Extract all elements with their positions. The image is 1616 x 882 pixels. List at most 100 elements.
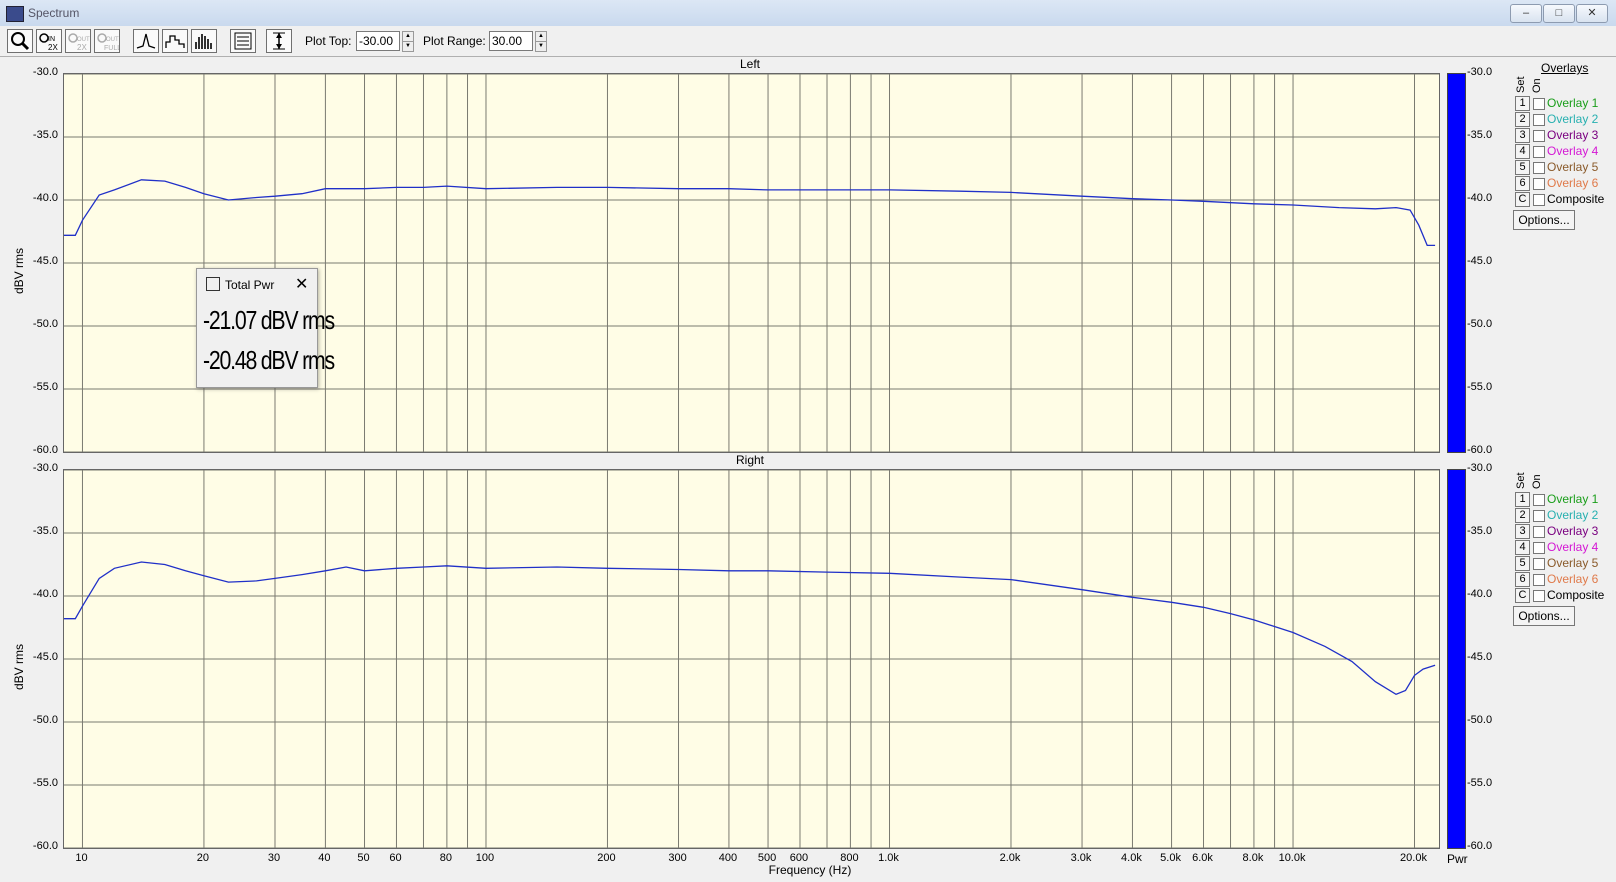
- x-tick-label: 6.0k: [1192, 852, 1213, 864]
- x-tick-label: 10: [75, 852, 88, 864]
- overlay-set-button[interactable]: 2: [1515, 508, 1530, 523]
- close-icon[interactable]: ✕: [295, 274, 308, 294]
- overlay-row: 4 Overlay 4: [1515, 540, 1615, 555]
- y-tick-label: -35.0: [32, 525, 58, 537]
- app-icon: [6, 6, 24, 22]
- overlay-set-button[interactable]: 5: [1515, 160, 1530, 175]
- overlay-checkbox[interactable]: [1533, 590, 1545, 602]
- overlay-row: C Composite: [1515, 588, 1615, 603]
- meter-tick-label: -50.0: [1467, 318, 1493, 330]
- y-tick-label: -60.0: [32, 840, 58, 852]
- zoom-in-2x-icon[interactable]: IN 2X: [36, 29, 62, 53]
- overlay-label: Composite: [1547, 192, 1605, 206]
- meter-tick-label: -30.0: [1467, 462, 1493, 474]
- overlay-set-button[interactable]: 1: [1515, 492, 1530, 507]
- settings-icon[interactable]: [230, 29, 256, 53]
- overlay-set-button[interactable]: C: [1515, 192, 1530, 207]
- spectrum-plot-left[interactable]: [63, 73, 1440, 453]
- overlay-checkbox[interactable]: [1533, 178, 1545, 190]
- plot-range-input[interactable]: 30.00: [489, 31, 533, 51]
- overlay-checkbox[interactable]: [1533, 494, 1545, 506]
- y-tick-label: -30.0: [32, 66, 58, 78]
- power-meter-right: [1447, 469, 1466, 849]
- overlay-set-button[interactable]: 4: [1515, 144, 1530, 159]
- spin-down-icon[interactable]: ▼: [402, 41, 414, 52]
- panel-title-right: Right: [735, 453, 764, 467]
- overlay-set-button[interactable]: 6: [1515, 572, 1530, 587]
- overlay-set-button[interactable]: 6: [1515, 176, 1530, 191]
- bar-mode-icon[interactable]: [191, 29, 217, 53]
- plot-top-label: Plot Top:: [305, 34, 352, 48]
- y-tick-label: -50.0: [32, 318, 58, 330]
- meter-tick-label: -60.0: [1467, 840, 1493, 852]
- total-power-window[interactable]: Total Pwr ✕ -21.07 dBV rms -20.48 dBV rm…: [196, 268, 335, 388]
- overlay-set-button[interactable]: C: [1515, 588, 1530, 603]
- overlay-set-button[interactable]: 4: [1515, 540, 1530, 555]
- plot-range-label: Plot Range:: [423, 34, 486, 48]
- overlay-checkbox[interactable]: [1533, 558, 1545, 570]
- overlay-row: 3 Overlay 3: [1515, 524, 1615, 539]
- close-button[interactable]: ✕: [1576, 4, 1608, 23]
- overlay-checkbox[interactable]: [1533, 574, 1545, 586]
- overlay-row: 5 Overlay 5: [1515, 556, 1615, 571]
- y-tick-label: -50.0: [32, 714, 58, 726]
- pin-icon[interactable]: [206, 277, 220, 291]
- overlay-label: Overlay 6: [1547, 176, 1599, 190]
- spectrum-trace: [64, 561, 1436, 696]
- autoscale-icon[interactable]: [266, 29, 292, 53]
- overlay-checkbox[interactable]: [1533, 162, 1545, 174]
- overlay-row: 6 Overlay 6: [1515, 572, 1615, 587]
- overlay-checkbox[interactable]: [1533, 114, 1545, 126]
- spectrum-plot-right[interactable]: [63, 469, 1440, 849]
- meter-tick-label: -45.0: [1467, 651, 1493, 663]
- overlay-row: 4 Overlay 4: [1515, 144, 1615, 159]
- spin-down-icon[interactable]: ▼: [535, 41, 547, 52]
- overlay-checkbox[interactable]: [1533, 194, 1545, 206]
- overlay-label: Overlay 2: [1547, 508, 1599, 522]
- overlay-set-button[interactable]: 3: [1515, 524, 1530, 539]
- step-mode-icon[interactable]: [162, 29, 188, 53]
- zoom-out-2x-icon[interactable]: OUT 2X: [65, 29, 91, 53]
- overlay-label: Overlay 5: [1547, 556, 1599, 570]
- x-tick-label: 200: [597, 852, 616, 864]
- meter-tick-label: -60.0: [1467, 444, 1493, 456]
- overlay-set-button[interactable]: 3: [1515, 128, 1530, 143]
- overlay-checkbox[interactable]: [1533, 146, 1545, 158]
- peak-mode-icon[interactable]: [133, 29, 159, 53]
- x-tick-label: 60: [389, 852, 402, 864]
- overlay-checkbox[interactable]: [1533, 510, 1545, 522]
- overlay-set-button[interactable]: 1: [1515, 96, 1530, 111]
- overlay-checkbox[interactable]: [1533, 98, 1545, 110]
- overlay-label: Overlay 3: [1547, 524, 1599, 538]
- maximize-button[interactable]: □: [1543, 4, 1575, 23]
- x-tick-label: 100: [475, 852, 495, 864]
- overlay-label: Overlay 1: [1547, 492, 1599, 506]
- plot-top-input[interactable]: -30.00: [356, 31, 400, 51]
- title-bar: Spectrum – □ ✕: [0, 0, 1616, 27]
- toolbar: IN2X OUT2X OUTFULL Plot Top: -30.00 ▲ ▼ …: [0, 26, 1616, 57]
- zoom-icon[interactable]: [7, 29, 33, 53]
- x-tick-label: 10.0k: [1278, 852, 1306, 864]
- overlay-row: 6 Overlay 6: [1515, 176, 1615, 191]
- zoom-out-full-icon[interactable]: OUT FULL: [94, 29, 120, 53]
- options-button[interactable]: Options...: [1513, 606, 1575, 626]
- overlay-row: 3 Overlay 3: [1515, 128, 1615, 143]
- set-column-label: Set: [1515, 76, 1527, 93]
- svg-text:IN: IN: [48, 36, 55, 43]
- overlay-checkbox[interactable]: [1533, 542, 1545, 554]
- options-button[interactable]: Options...: [1513, 210, 1575, 230]
- overlay-checkbox[interactable]: [1533, 130, 1545, 142]
- overlay-checkbox[interactable]: [1533, 526, 1545, 538]
- minimize-button[interactable]: –: [1510, 4, 1542, 23]
- overlay-set-button[interactable]: 5: [1515, 556, 1530, 571]
- x-tick-label: 3.0k: [1070, 852, 1092, 864]
- x-tick-label: 20: [196, 852, 210, 864]
- y-tick-label: -45.0: [32, 255, 58, 267]
- x-tick-label: 8.0k: [1242, 852, 1264, 864]
- meter-tick-label: -55.0: [1467, 381, 1493, 393]
- spectrum-chart-left: [64, 73, 1439, 453]
- y-tick-label: -40.0: [32, 588, 58, 600]
- x-tick-label: 50: [357, 852, 370, 864]
- overlay-set-button[interactable]: 2: [1515, 112, 1530, 127]
- meter-tick-label: -40.0: [1467, 192, 1493, 204]
